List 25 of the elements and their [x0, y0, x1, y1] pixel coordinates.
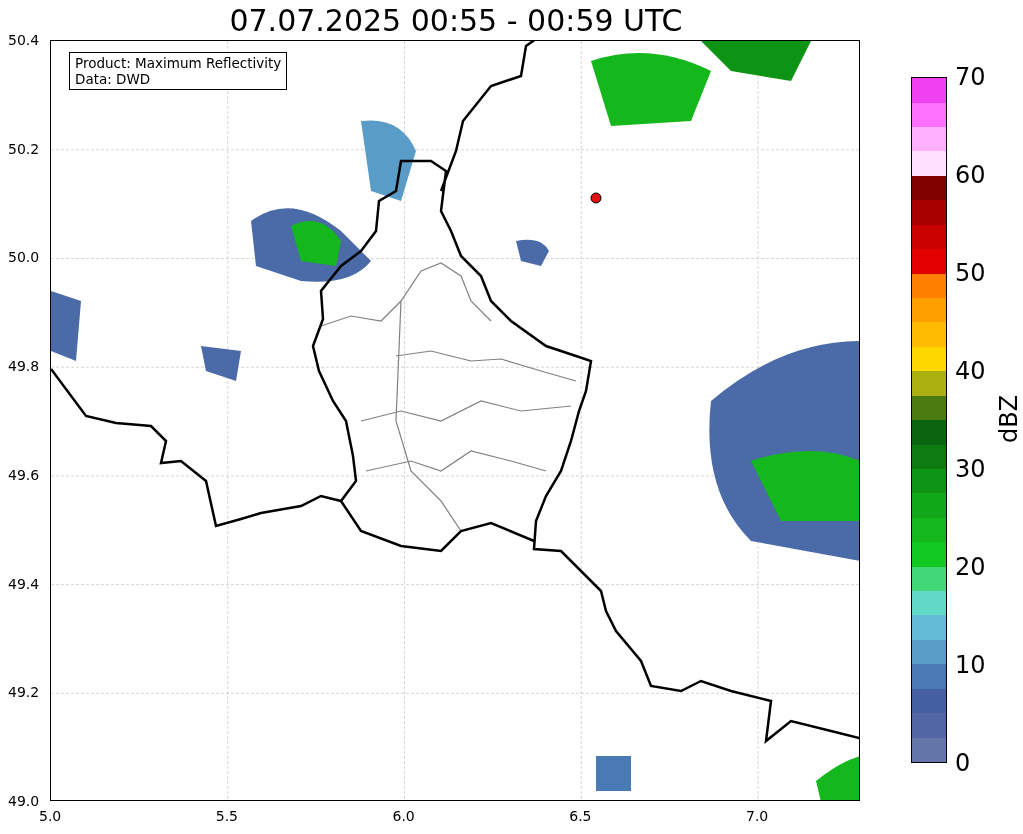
axis-tick-label: 49.6	[8, 466, 40, 483]
axis-tick-label: 6.5	[569, 808, 592, 824]
colorbar-label: dBZ	[995, 394, 1023, 444]
axis-tick-label: 5.5	[215, 808, 238, 824]
axis-tick-label: 49.2	[8, 684, 40, 701]
axis-tick-label: 49.8	[8, 358, 40, 375]
chart-title: 07.07.2025 00:55 - 00:59 UTC	[228, 2, 684, 40]
colorbar-tick-label: 60	[955, 161, 986, 189]
axis-tick-label: 6.0	[392, 808, 415, 824]
axis-tick-label: 50.0	[8, 249, 40, 266]
colorbar-tick-label: 20	[955, 553, 986, 581]
axis-tick-label: 49.0	[8, 792, 40, 809]
legend-text: Product: Maximum Reflectivity	[75, 55, 282, 71]
axis-tick-label: 49.4	[8, 575, 40, 592]
colorbar-tick-label: 50	[955, 259, 986, 287]
colorbar-tick-label: 70	[955, 63, 986, 91]
colorbar-tick-label: 10	[955, 651, 986, 679]
colorbar-tick-label: 0	[955, 749, 971, 777]
legend-text: Data: DWD	[75, 71, 152, 87]
colorbar-tick-label: 30	[955, 455, 986, 483]
colorbar-tick-label: 40	[955, 357, 986, 385]
axis-tick-label: 7.0	[746, 808, 769, 824]
axis-tick-label: 5.0	[39, 808, 62, 824]
axis-tick-label: 50.2	[8, 140, 40, 157]
axis-tick-label: 50.4	[8, 32, 40, 48]
